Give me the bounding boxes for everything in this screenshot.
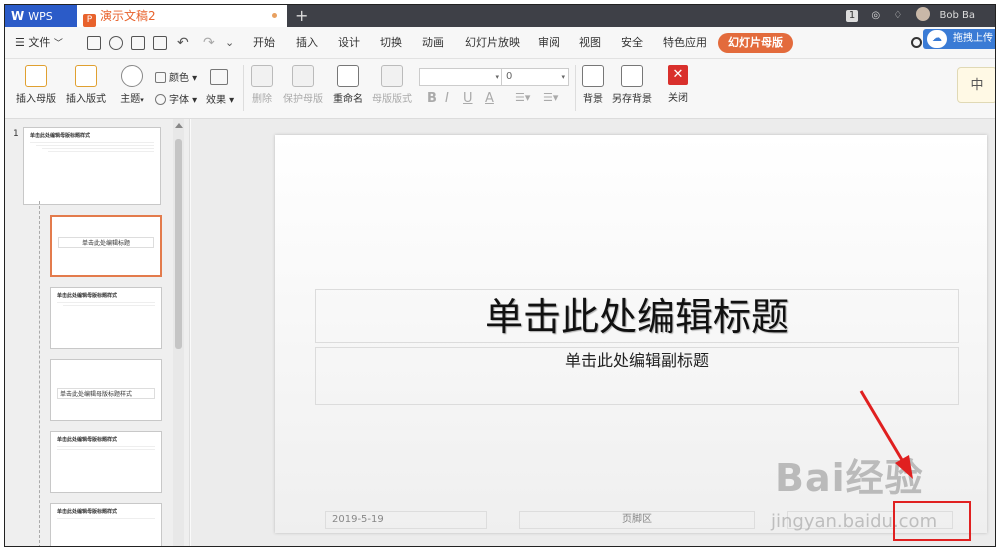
annotation-arrow-icon (859, 390, 913, 479)
app-window: W WPS P 演示文稿2 + 1 ◎ ♢ Bob Ba ☰ 文件 ﹀ ↶ ↷ ⌄ … (4, 4, 996, 547)
annotation-highlight-box (893, 501, 971, 541)
